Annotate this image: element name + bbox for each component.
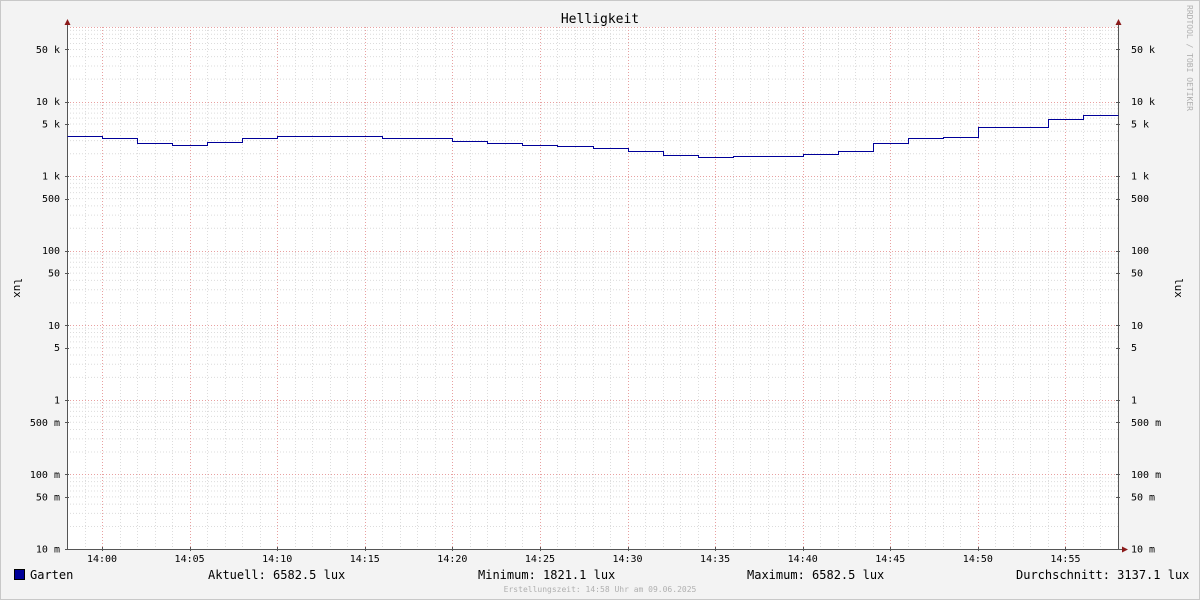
- y-axis-label-left: lux: [11, 278, 24, 298]
- y-tick-label-left: 500: [42, 194, 60, 205]
- x-tick-label: 14:00: [87, 554, 117, 565]
- y-tick-label-left: 5: [54, 343, 60, 354]
- legend-maximum: Maximum: 6582.5 lux: [747, 568, 885, 582]
- y-tick-label-right: 50 m: [1131, 492, 1155, 503]
- y-tick-label-left: 50 k: [36, 45, 60, 56]
- x-tick-label: 14:50: [963, 554, 993, 565]
- legend-minimum: Minimum: 1821.1 lux: [478, 568, 616, 582]
- y-tick-label-right: 10 m: [1131, 545, 1155, 556]
- y-tick-label-left: 100 m: [30, 470, 60, 481]
- y-tick-label-left: 100: [42, 246, 60, 257]
- footer-timestamp: Erstellungszeit: 14:58 Uhr am 09.06.2025: [504, 585, 697, 594]
- x-axis-arrow: [1122, 546, 1128, 553]
- y-tick-label-right: 10 k: [1131, 97, 1155, 108]
- y-axis-arrow-left: [64, 19, 71, 25]
- x-tick-label: 14:25: [525, 554, 555, 565]
- chart-title: Helligkeit: [561, 12, 639, 27]
- legend-swatch: [14, 569, 25, 580]
- x-tick-label: 14:30: [612, 554, 642, 565]
- y-tick-label-left: 50: [48, 269, 60, 280]
- y-tick-labels-right: 50 k 10 k 5 k 1 k 500 100 50 10 5 1 500 m 100 m 50 m…: [1131, 45, 1161, 556]
- y-tick-label-left: 10 m: [36, 545, 60, 556]
- y-tick-label-right: 5: [1131, 343, 1137, 354]
- y-tick-label-right: 50: [1131, 269, 1143, 280]
- y-tick-label-right: 10: [1131, 321, 1143, 332]
- y-tick-label-right: 500 m: [1131, 418, 1161, 429]
- y-tick-label-left: 1: [54, 395, 60, 406]
- legend-series: Garten: [14, 568, 73, 582]
- y-tick-label-right: 50 k: [1131, 45, 1155, 56]
- legend: Garten Aktuell: 6582.5 lux Minimum: 1821…: [14, 568, 1190, 584]
- x-tick-label: 14:55: [1050, 554, 1080, 565]
- legend-series-name: Garten: [30, 568, 74, 582]
- y-tick-label-right: 1: [1131, 395, 1137, 406]
- y-tick-label-right: 100: [1131, 246, 1149, 257]
- y-tick-label-left: 10 k: [36, 97, 60, 108]
- y-tick-labels-left: 50 k 10 k 5 k 1 k 500 100 50 10 5 1 500 m 100 m 50 m…: [30, 45, 60, 556]
- y-tick-label-right: 100 m: [1131, 470, 1161, 481]
- y-tick-label-left: 1 k: [42, 172, 60, 183]
- watermark: RRDTOOL / TOBI OETIKER: [1185, 5, 1194, 111]
- x-tick-label: 14:45: [875, 554, 905, 565]
- x-tick-labels: 14:00 14:05 14:10 14:15 14:20 14:25 14:30 14:35…: [87, 554, 1081, 565]
- y-tick-label-left: 500 m: [30, 418, 60, 429]
- x-tick-label: 14:05: [175, 554, 205, 565]
- x-tick-label: 14:40: [788, 554, 818, 565]
- y-axis-label-right: lux: [1172, 278, 1185, 298]
- x-tick-label: 14:10: [262, 554, 292, 565]
- y-tick-label-right: 500: [1131, 194, 1149, 205]
- legend-average: Durchschnitt: 3137.1 lux: [1016, 568, 1190, 582]
- legend-current: Aktuell: 6582.5 lux: [208, 568, 346, 582]
- y-tick-label-left: 5 k: [42, 120, 60, 131]
- x-tick-label: 14:35: [700, 554, 730, 565]
- y-tick-label-right: 5 k: [1131, 120, 1149, 131]
- y-tick-label-right: 1 k: [1131, 172, 1149, 183]
- y-axis-arrow-right: [1115, 19, 1122, 25]
- y-tick-label-left: 10: [48, 321, 60, 332]
- y-tick-label-left: 50 m: [36, 492, 60, 503]
- x-tick-label: 14:20: [437, 554, 467, 565]
- chart: 50 k 10 k 5 k 1 k 500 100 50 10 5 1 500 m 100 m 50 m…: [11, 5, 1194, 594]
- x-tick-label: 14:15: [350, 554, 380, 565]
